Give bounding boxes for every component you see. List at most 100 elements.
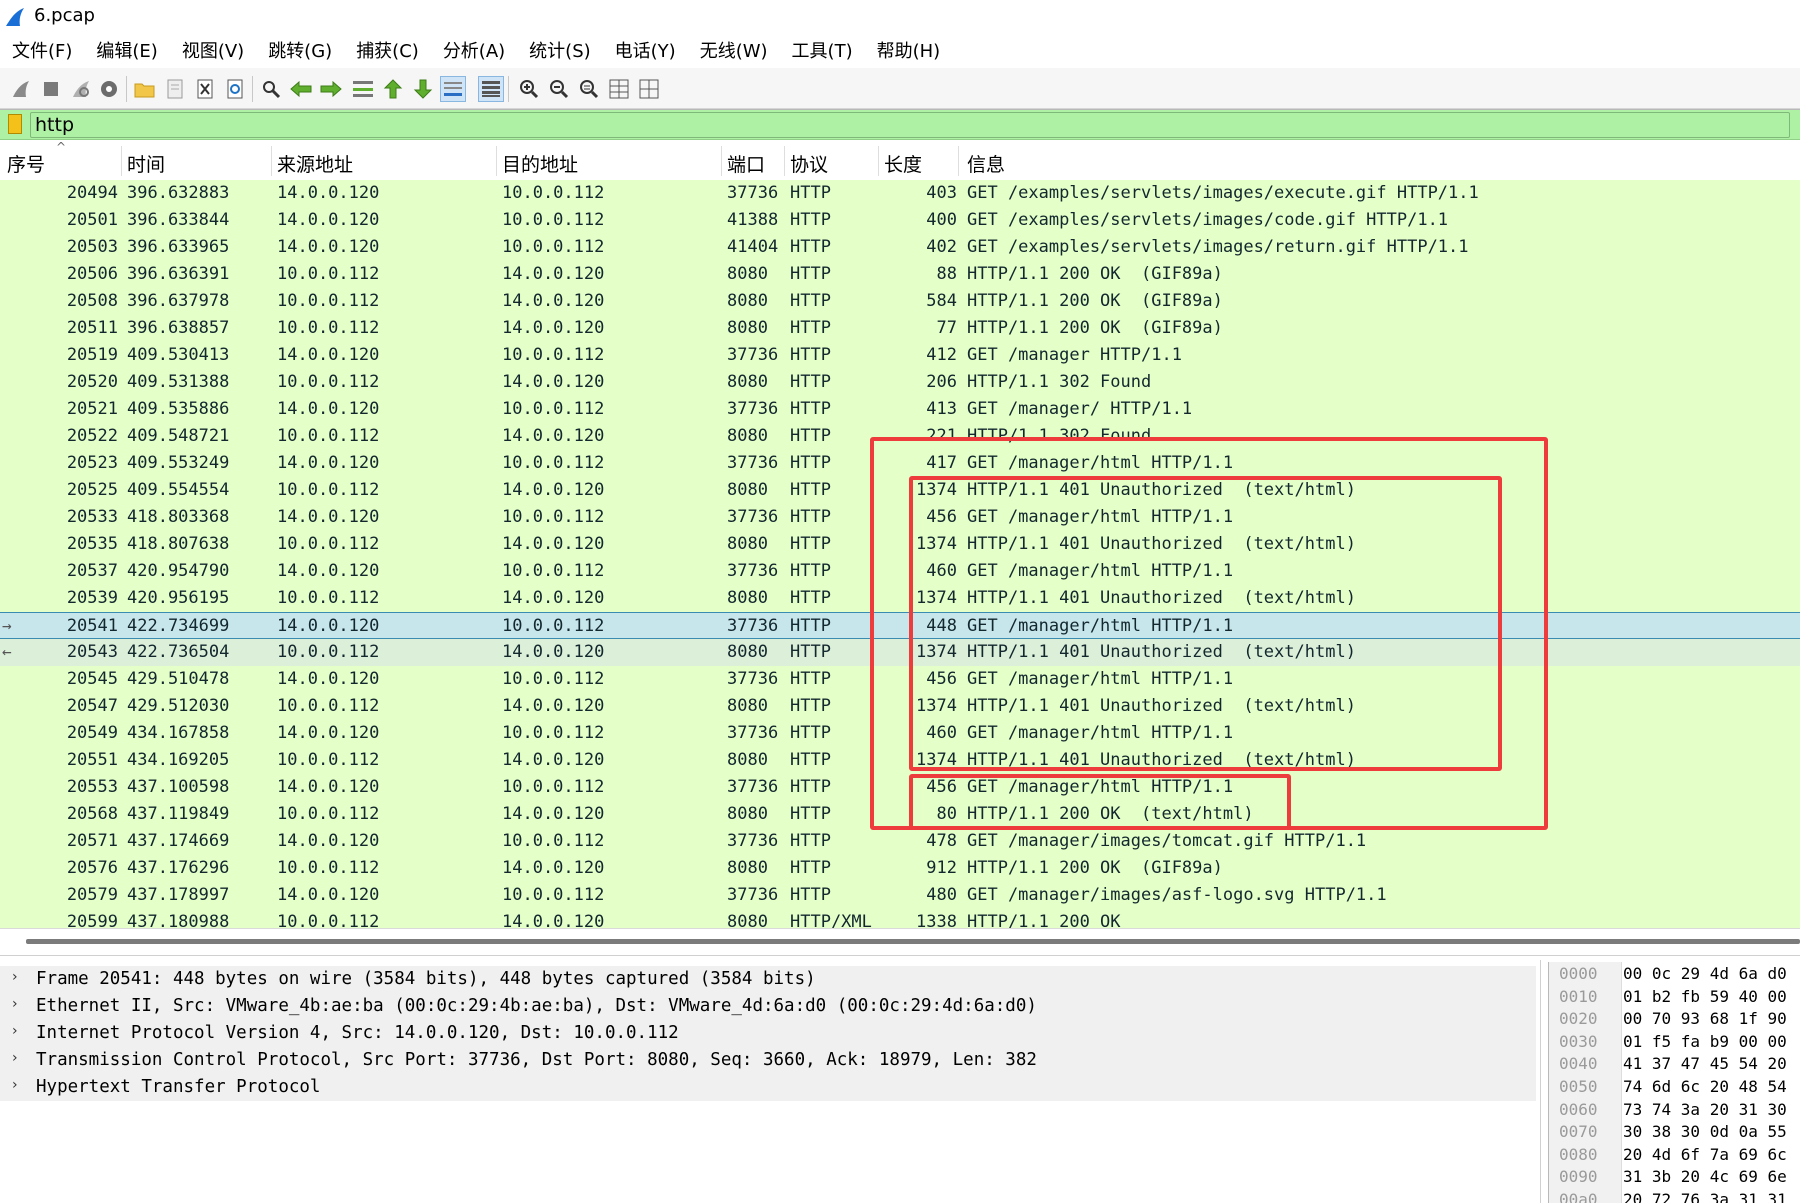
menu-file[interactable]: 文件(F) (12, 37, 72, 63)
open-file-icon[interactable] (132, 76, 158, 102)
zoom-in-icon[interactable] (516, 76, 542, 102)
packet-row[interactable]: 20506 396.636391 10.0.0.112 14.0.0.120 8080 H… (0, 261, 1800, 288)
resize-columns-icon[interactable] (606, 76, 632, 102)
column-header-length[interactable]: 长度 (884, 150, 922, 177)
packet-port: 8080 (727, 588, 768, 608)
packet-row[interactable]: 20494 396.632883 14.0.0.120 10.0.0.112 37736… (0, 180, 1800, 207)
packet-row[interactable]: 20520 409.531388 10.0.0.112 14.0.0.120 8080 H… (0, 369, 1800, 396)
hex-line[interactable]: 00a0 20 72 76 3a 31 31 (1549, 1189, 1800, 1203)
menu-edit[interactable]: 编辑(E) (96, 37, 157, 63)
reload-file-icon[interactable] (222, 76, 248, 102)
normal-size-icon[interactable] (576, 76, 602, 102)
menu-telephony[interactable]: 电话(Y) (615, 37, 676, 63)
column-header-source[interactable]: 来源地址 (277, 150, 353, 177)
capture-options-icon[interactable] (96, 76, 122, 102)
detail-frame[interactable]: › Frame 20541: 448 bytes on wire (3584 bi… (0, 966, 1536, 993)
restart-capture-icon[interactable] (68, 76, 94, 102)
detail-ethernet[interactable]: › Ethernet II, Src: VMware_4b:ae:ba (00:0… (0, 993, 1536, 1020)
packet-row[interactable]: 20519 409.530413 14.0.0.120 10.0.0.112 37736… (0, 342, 1800, 369)
hex-line[interactable]: 0030 01 f5 fa b9 00 00 (1549, 1031, 1800, 1053)
hex-line[interactable]: 0070 30 38 30 0d 0a 55 (1549, 1121, 1800, 1143)
packet-row[interactable]: 20521 409.535886 14.0.0.120 10.0.0.112 37736… (0, 396, 1800, 423)
close-file-icon[interactable] (192, 76, 218, 102)
menu-wireless[interactable]: 无线(W) (700, 37, 768, 63)
menu-go[interactable]: 跳转(G) (268, 37, 332, 63)
column-separator[interactable] (721, 146, 722, 176)
filter-bookmark-icon[interactable] (8, 114, 22, 134)
autoscroll-icon[interactable] (440, 76, 466, 102)
packet-time: 429.510478 (127, 669, 230, 689)
packet-info: GET /manager/images/tomcat.gif HTTP/1.1 (967, 831, 1367, 851)
packet-row[interactable]: 20571 437.174669 14.0.0.120 10.0.0.112 37736… (0, 828, 1800, 855)
menu-tools[interactable]: 工具(T) (792, 37, 853, 63)
menu-help[interactable]: 帮助(H) (877, 37, 941, 63)
packet-source: 10.0.0.112 (277, 750, 380, 770)
hex-line[interactable]: 0060 73 74 3a 20 31 30 (1549, 1099, 1800, 1121)
stop-capture-icon[interactable] (38, 76, 64, 102)
colorize-icon[interactable] (478, 76, 504, 102)
zoom-out-icon[interactable] (546, 76, 572, 102)
scrollbar-thumb[interactable] (26, 939, 1800, 944)
detail-http[interactable]: › Hypertext Transfer Protocol (0, 1074, 1536, 1101)
menu-analyze[interactable]: 分析(A) (443, 37, 505, 63)
packet-source: 10.0.0.112 (277, 912, 380, 928)
packet-info: GET /manager/ HTTP/1.1 (967, 399, 1193, 419)
hex-line[interactable]: 0040 41 37 47 45 54 20 (1549, 1053, 1800, 1075)
last-packet-icon[interactable] (410, 76, 436, 102)
menu-statistics[interactable]: 统计(S) (529, 37, 590, 63)
packet-length: 77 (936, 318, 957, 338)
menu-view[interactable]: 视图(V) (182, 37, 244, 63)
packet-port: 8080 (727, 480, 768, 500)
column-separator[interactable] (878, 146, 879, 176)
first-packet-icon[interactable] (380, 76, 406, 102)
expand-chevron-icon[interactable]: › (12, 996, 18, 1012)
go-back-icon[interactable] (288, 76, 314, 102)
window-title: 6.pcap (34, 5, 95, 26)
packet-list-horizontal-scrollbar[interactable] (0, 928, 1800, 956)
packet-row[interactable]: 20501 396.633844 14.0.0.120 10.0.0.112 41388… (0, 207, 1800, 234)
packet-row[interactable]: 20576 437.176296 10.0.0.112 14.0.0.120 8080 H… (0, 855, 1800, 882)
column-header-destination[interactable]: 目的地址 (502, 150, 578, 177)
packet-time: 418.807638 (127, 534, 230, 554)
column-separator[interactable] (496, 146, 497, 176)
hex-line[interactable]: 0000 00 0c 29 4d 6a d0 (1549, 963, 1800, 985)
column-separator[interactable] (271, 146, 272, 176)
menu-capture[interactable]: 捕获(C) (356, 37, 419, 63)
packet-time: 437.178997 (127, 885, 230, 905)
detail-ipv4[interactable]: › Internet Protocol Version 4, Src: 14.0.… (0, 1020, 1536, 1047)
column-header-port[interactable]: 端口 (727, 150, 765, 177)
packet-row[interactable]: 20503 396.633965 14.0.0.120 10.0.0.112 41404… (0, 234, 1800, 261)
column-header-time[interactable]: 时间 (127, 150, 165, 177)
save-file-icon[interactable] (162, 76, 188, 102)
detail-tcp[interactable]: › Transmission Control Protocol, Src Port… (0, 1047, 1536, 1074)
packet-no: 20543 (66, 642, 118, 662)
expand-chevron-icon[interactable]: › (12, 1050, 18, 1066)
packet-row[interactable]: 20599 437.180988 10.0.0.112 14.0.0.120 8080 H… (0, 909, 1800, 928)
hex-line[interactable]: 0080 20 4d 6f 7a 69 6c (1549, 1144, 1800, 1166)
packet-protocol: HTTP (790, 642, 831, 662)
start-capture-icon[interactable] (8, 76, 34, 102)
hex-line[interactable]: 0020 00 70 93 68 1f 90 (1549, 1008, 1800, 1030)
hex-line[interactable]: 0010 01 b2 fb 59 40 00 (1549, 986, 1800, 1008)
column-header-protocol[interactable]: 协议 (790, 150, 828, 177)
column-separator[interactable] (958, 146, 959, 176)
hex-line[interactable]: 0050 74 6d 6c 20 48 54 (1549, 1076, 1800, 1098)
expand-chevron-icon[interactable]: › (12, 969, 18, 985)
packet-source: 14.0.0.120 (277, 507, 380, 527)
display-filter-input[interactable] (30, 112, 1790, 138)
go-forward-icon[interactable] (318, 76, 344, 102)
packet-length: 412 (926, 345, 957, 365)
column-header-info[interactable]: 信息 (967, 150, 1005, 177)
expand-chevron-icon[interactable]: › (12, 1023, 18, 1039)
layout-icon[interactable] (636, 76, 662, 102)
find-packet-icon[interactable] (258, 76, 284, 102)
column-separator[interactable] (784, 146, 785, 176)
column-header-no[interactable]: 序号 (7, 150, 45, 177)
column-separator[interactable] (121, 146, 122, 176)
hex-line[interactable]: 0090 31 3b 20 4c 69 6e (1549, 1166, 1800, 1188)
go-to-packet-icon[interactable] (350, 76, 376, 102)
packet-row[interactable]: 20508 396.637978 10.0.0.112 14.0.0.120 8080 H… (0, 288, 1800, 315)
expand-chevron-icon[interactable]: › (12, 1077, 18, 1093)
packet-row[interactable]: 20511 396.638857 10.0.0.112 14.0.0.120 8080 H… (0, 315, 1800, 342)
packet-row[interactable]: 20579 437.178997 14.0.0.120 10.0.0.112 37736… (0, 882, 1800, 909)
